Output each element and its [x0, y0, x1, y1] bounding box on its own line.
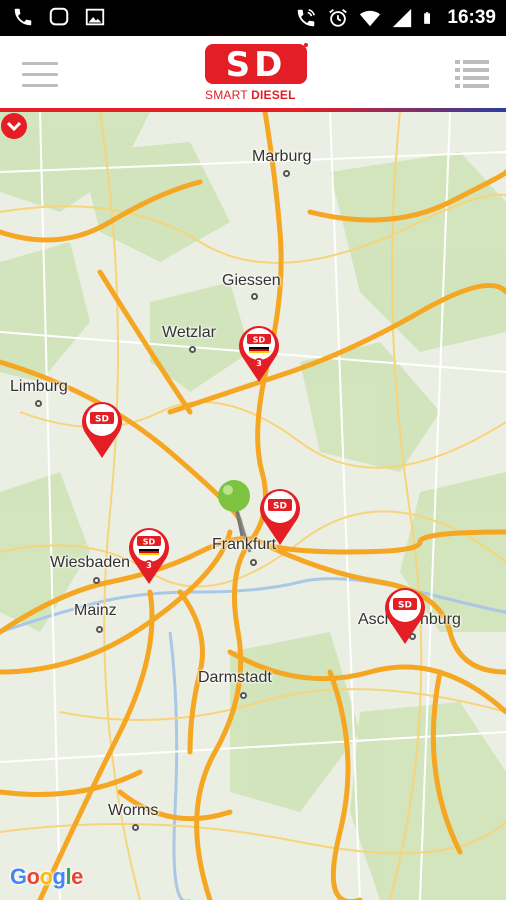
- city-label: Limburg: [10, 378, 68, 395]
- station-pin[interactable]: SD: [256, 485, 304, 547]
- city-dot: [35, 400, 42, 407]
- city-dot: [96, 626, 103, 633]
- city-dot: [189, 346, 196, 353]
- station-label: SD: [273, 502, 287, 512]
- current-location-pin[interactable]: [214, 478, 258, 538]
- city-label: Mainz: [74, 602, 117, 619]
- city-label: Giessen: [222, 272, 281, 289]
- brand-word-smart: SMART: [205, 88, 248, 102]
- smart-diesel-logo: SD SMART DIESEL: [205, 42, 309, 106]
- station-pin[interactable]: SD 3: [235, 322, 283, 384]
- sd-logo-mark: SD: [205, 43, 308, 85]
- alarm-icon: [329, 9, 348, 27]
- city-label: Wetzlar: [162, 324, 216, 341]
- city-label: Worms: [108, 802, 159, 819]
- station-label: SD: [143, 538, 156, 547]
- city-dot: [93, 577, 100, 584]
- status-time: 16:39: [447, 7, 496, 28]
- brand-word-diesel: DIESEL: [251, 88, 296, 102]
- city-label: Marburg: [252, 148, 312, 165]
- battery-icon: [424, 12, 431, 24]
- city-dot: [132, 824, 139, 831]
- station-pin[interactable]: SD: [381, 584, 429, 646]
- city-label: Wiesbaden: [50, 554, 131, 571]
- station-badge: 3: [256, 359, 262, 368]
- app-header: SD SMART DIESEL: [0, 36, 506, 110]
- image-icon: [85, 8, 105, 26]
- station-pin[interactable]: SD: [78, 398, 126, 460]
- hamburger-icon[interactable]: [22, 62, 58, 90]
- phone-icon: [14, 8, 32, 26]
- wifi-call-icon: [298, 8, 316, 27]
- station-label: SD: [253, 336, 266, 345]
- map-view[interactable]: Marburg Giessen Wetzlar Limburg Wiesbade…: [0, 112, 506, 900]
- status-bar: 16:39: [0, 0, 506, 36]
- brand-name: SMART DIESEL: [205, 88, 296, 102]
- logo-text: SD: [226, 45, 287, 85]
- station-label: SD: [95, 415, 109, 425]
- signal-icon: [393, 8, 412, 28]
- chat-bubble-icon: [49, 7, 69, 26]
- google-logo: Google: [10, 864, 83, 889]
- chevron-marker-icon[interactable]: [0, 112, 28, 140]
- city-label: Darmstadt: [198, 669, 272, 686]
- city-dot: [283, 170, 290, 177]
- city-dot: [240, 692, 247, 699]
- station-label: SD: [398, 601, 412, 611]
- station-badge: 3: [146, 561, 152, 570]
- list-icon[interactable]: [455, 60, 489, 88]
- city-dot: [251, 293, 258, 300]
- wifi-icon: [360, 10, 381, 27]
- city-dot: [250, 559, 257, 566]
- station-pin[interactable]: SD 3: [125, 524, 173, 586]
